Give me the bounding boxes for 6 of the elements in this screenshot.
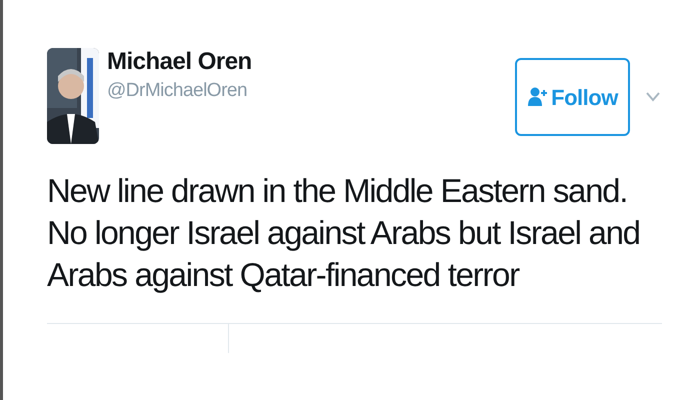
add-user-icon bbox=[527, 87, 548, 107]
tweet-text: New line drawn in the Middle Eastern sand. No longer Israel against Arabs but Israel and Arabs against Qatar-financed terror bbox=[47, 171, 641, 296]
author-name[interactable]: Michael Oren bbox=[107, 48, 252, 77]
author-handle[interactable]: @DrMichaelOren bbox=[107, 76, 252, 106]
follow-button[interactable]: Follow bbox=[515, 58, 630, 136]
caret-icon[interactable] bbox=[646, 92, 660, 102]
